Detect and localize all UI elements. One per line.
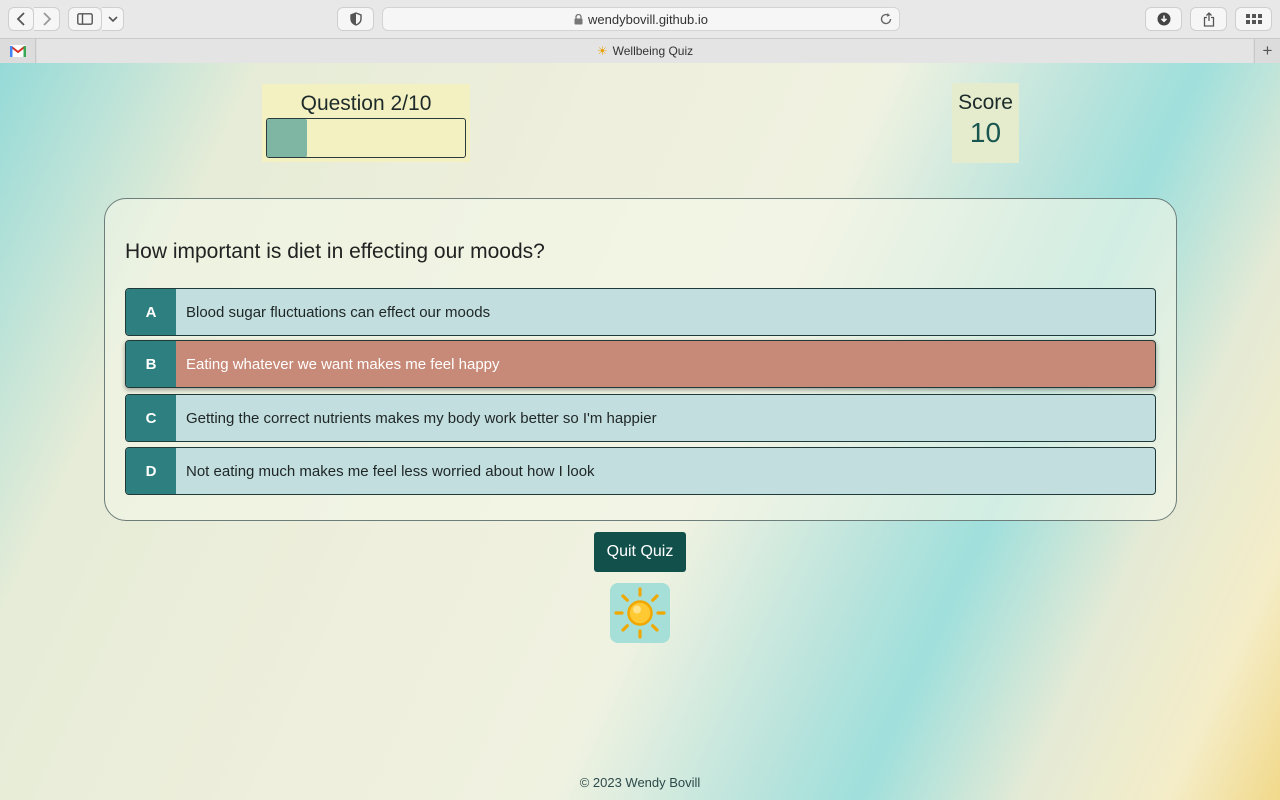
progress-bar — [266, 118, 466, 158]
chevron-left-icon — [16, 12, 25, 26]
privacy-button[interactable] — [337, 7, 374, 31]
sun-icon: ☀ — [596, 44, 608, 58]
url-text: wendybovill.github.io — [588, 11, 708, 27]
progress-panel: Question 2/10 — [262, 84, 470, 162]
answer-text: Getting the correct nutrients makes my b… — [186, 409, 657, 427]
answer-letter: B — [126, 341, 176, 387]
grid-icon — [1245, 14, 1262, 24]
plus-icon: + — [1262, 41, 1273, 60]
score-value: 10 — [969, 117, 1002, 148]
answer-option-d[interactable]: D Not eating much makes me feel less wor… — [125, 447, 1156, 495]
tab-group-dropdown[interactable] — [102, 7, 124, 31]
answer-option-b[interactable]: B Eating whatever we want makes me feel … — [125, 340, 1156, 388]
progress-bar-fill — [267, 119, 307, 157]
new-tab-button[interactable]: + — [1254, 39, 1280, 63]
tab-title: Wellbeing Quiz — [612, 44, 694, 58]
address-bar[interactable]: wendybovill.github.io — [382, 7, 900, 31]
shield-icon — [349, 12, 362, 26]
gmail-icon — [9, 45, 26, 57]
forward-button[interactable] — [34, 7, 60, 31]
browser-chrome: wendybovill.github.io ☀ Wellbeing Quiz + — [0, 0, 1280, 63]
sun-icon — [614, 587, 666, 639]
back-button[interactable] — [8, 7, 34, 31]
quiz-page: Question 2/10 Score 10 How important is … — [0, 63, 1280, 800]
chevron-right-icon — [42, 12, 51, 26]
sidebar-button[interactable] — [68, 7, 102, 31]
answer-letter: D — [126, 448, 176, 494]
score-panel: Score 10 — [952, 83, 1019, 163]
answer-option-a[interactable]: A Blood sugar fluctuations can effect ou… — [125, 288, 1156, 336]
answer-text: Eating whatever we want makes me feel ha… — [186, 355, 500, 373]
question-counter: Question 2/10 — [300, 92, 432, 115]
sidebar-icon — [77, 13, 93, 25]
answer-letter: C — [126, 395, 176, 441]
download-icon — [1157, 12, 1170, 26]
quit-quiz-button[interactable]: Quit Quiz — [594, 532, 686, 572]
answer-text: Blood sugar fluctuations can effect our … — [186, 303, 491, 321]
tab-bar: ☀ Wellbeing Quiz + — [0, 38, 1280, 63]
reload-icon[interactable] — [879, 12, 893, 29]
answer-letter: A — [126, 289, 176, 335]
sun-logo — [610, 583, 670, 643]
answer-text: Not eating much makes me feel less worri… — [186, 462, 595, 480]
share-button[interactable] — [1190, 7, 1227, 31]
chevron-down-icon — [107, 16, 118, 23]
lock-icon — [574, 13, 583, 25]
footer-copyright: © 2023 Wendy Bovill — [579, 775, 701, 790]
question-text: How important is diet in effecting our m… — [125, 240, 545, 263]
share-icon — [1203, 11, 1214, 27]
tab-overview-button[interactable] — [1235, 7, 1272, 31]
pinned-tab-gmail[interactable] — [0, 39, 36, 63]
answer-option-c[interactable]: C Getting the correct nutrients makes my… — [125, 394, 1156, 442]
downloads-button[interactable] — [1145, 7, 1182, 31]
score-label: Score — [958, 91, 1013, 114]
tab-wellbeing-quiz[interactable]: ☀ Wellbeing Quiz — [37, 39, 1253, 63]
quiz-card: How important is diet in effecting our m… — [104, 198, 1177, 521]
browser-toolbar: wendybovill.github.io — [0, 0, 1280, 38]
